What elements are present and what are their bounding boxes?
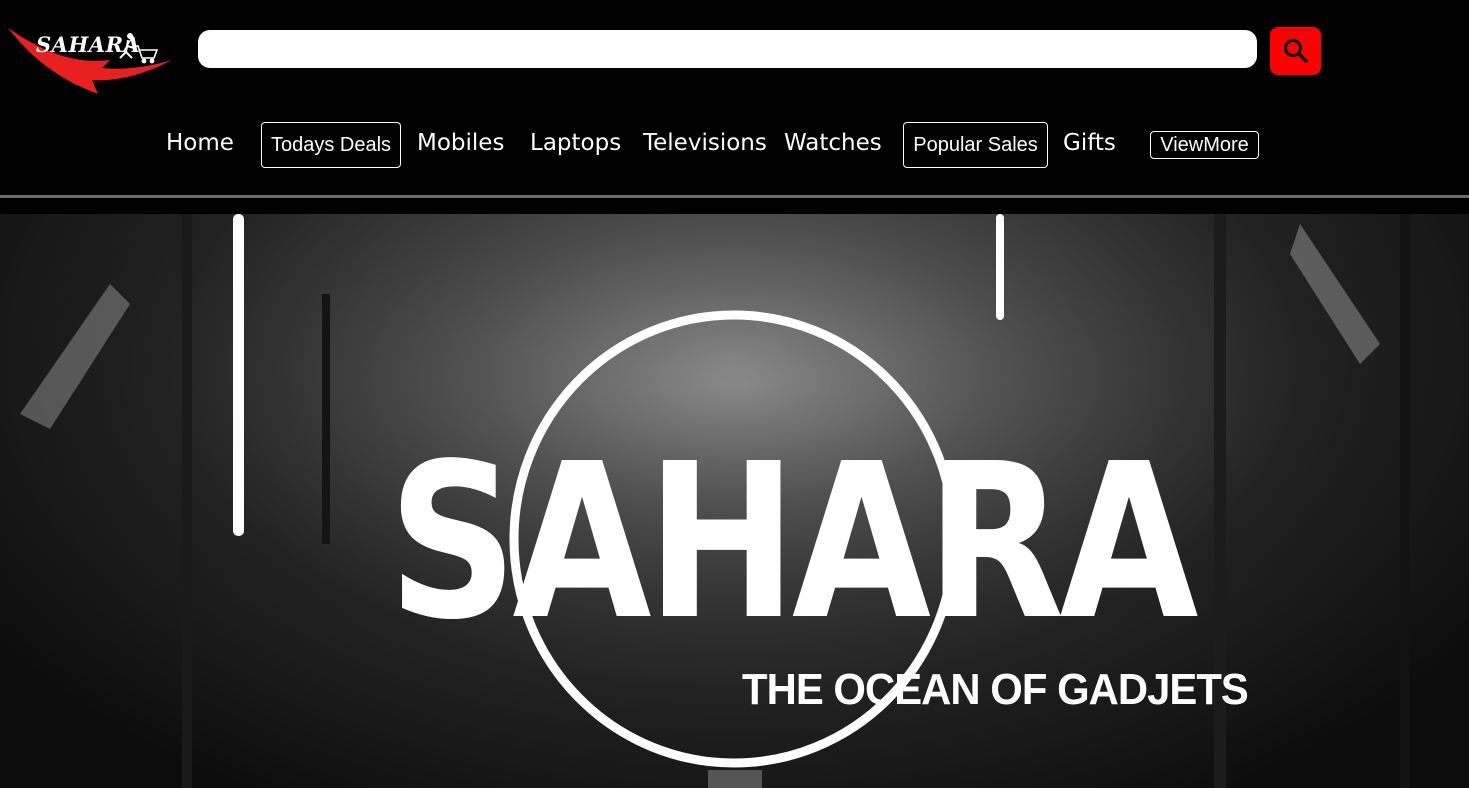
nav-popular-sales[interactable]: Popular Sales (903, 122, 1048, 168)
nav-todays-deals[interactable]: Todays Deals (261, 122, 401, 168)
nav-televisions[interactable]: Televisions (643, 120, 767, 166)
logo-text: SAHARA (36, 32, 141, 57)
header-divider (0, 195, 1469, 198)
nav-view-more-button[interactable]: ViewMore (1150, 131, 1259, 159)
nav-mobiles[interactable]: Mobiles (417, 120, 504, 166)
nav-gifts[interactable]: Gifts (1063, 120, 1116, 166)
hero-tagline: THE OCEAN OF GADJETS (742, 665, 1249, 714)
search-input[interactable] (198, 30, 1257, 68)
nav-home[interactable]: Home (166, 120, 234, 166)
hero-title: SAHARA (388, 418, 1198, 667)
nav-watches[interactable]: Watches (784, 120, 882, 166)
nav-laptops[interactable]: Laptops (530, 120, 621, 166)
search-button[interactable] (1270, 27, 1321, 75)
search-icon (1282, 37, 1310, 65)
main-nav: Home Todays Deals Mobiles Laptops Televi… (0, 120, 1469, 170)
hero-banner: SAHARA THE OCEAN OF GADJETS (0, 214, 1469, 788)
top-header: SAHARA Home Todays Deals Mobiles Laptops… (0, 0, 1469, 196)
sahara-logo[interactable]: SAHARA (6, 24, 176, 100)
